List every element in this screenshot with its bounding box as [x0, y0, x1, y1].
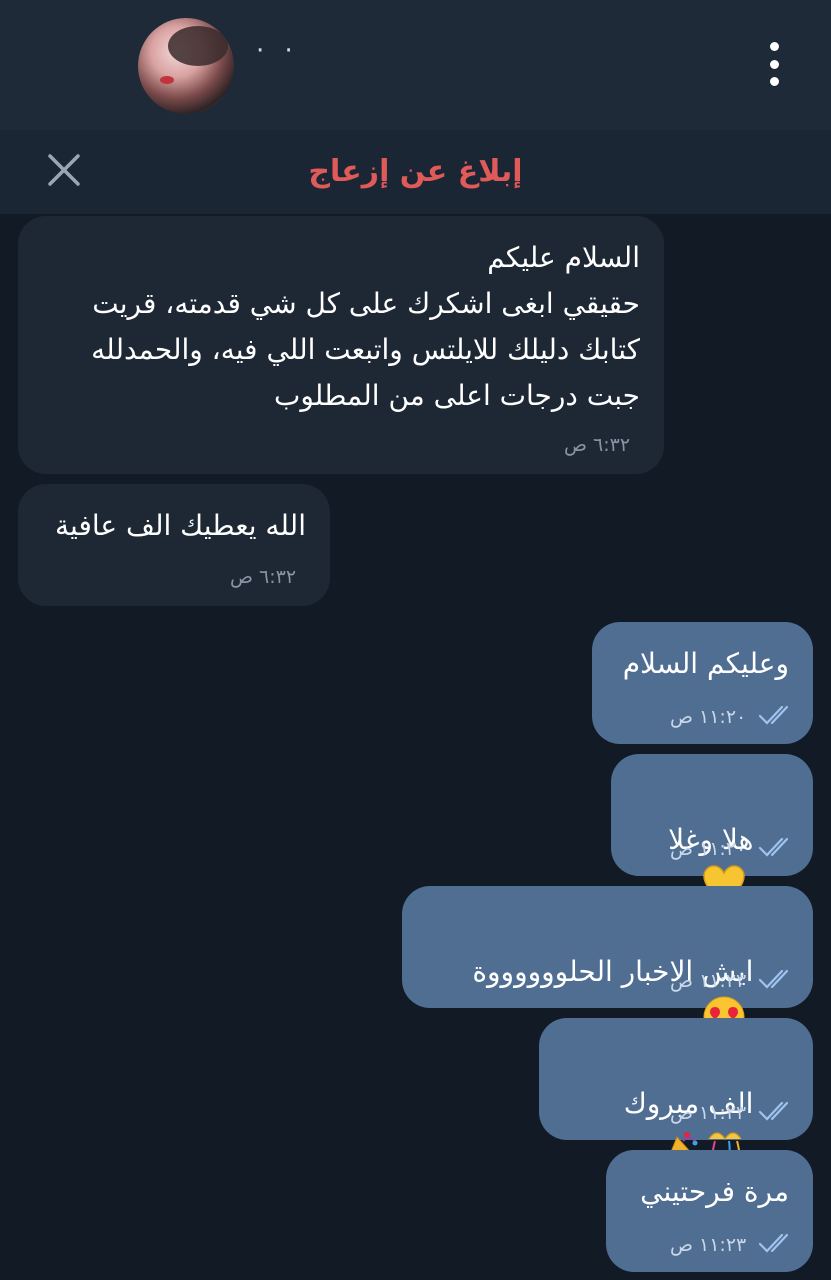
contact-avatar[interactable]: [138, 18, 234, 114]
message-line: السلام عليكم: [487, 241, 640, 274]
message-time: ١١:٢٣ ص: [670, 970, 747, 992]
message-text: وعليكم السلام: [622, 647, 789, 680]
message-time: ٦:٣٢ ص: [230, 566, 297, 588]
message-line: كتابك دليلك للايلتس واتبعت اللي فيه، وال…: [91, 333, 640, 366]
read-ticks-icon: [758, 1233, 789, 1253]
message-time: ١١:٢٠ ص: [670, 838, 747, 860]
contact-status: · ·: [256, 36, 299, 66]
message-text: مرة فرحتيني: [640, 1175, 789, 1208]
message-line: حقيقي ابغى اشكرك على كل شي قدمته، قريت: [92, 287, 640, 320]
chat-header: [0, 0, 831, 130]
read-ticks-icon: [758, 969, 789, 989]
message-bubble-incoming[interactable]: السلام عليكم حقيقي ابغى اشكرك على كل شي …: [18, 216, 664, 474]
read-ticks-icon: [758, 837, 789, 857]
avatar-hair: [168, 26, 228, 66]
message-bubble-outgoing[interactable]: هلا وغلا ١١:٢٠ ص: [611, 754, 813, 904]
message-time: ١١:٢٠ ص: [670, 706, 747, 728]
report-spam-button[interactable]: إبلاغ عن إزعاج: [0, 150, 831, 194]
message-bubble-outgoing[interactable]: ايش الاخبار الحلووووووة ١١:٢٣ ص: [402, 886, 813, 1038]
message-time: ١١:٢٣ ص: [670, 1234, 747, 1256]
message-bubble-outgoing[interactable]: وعليكم السلام ١١:٢٠ ص: [592, 622, 813, 744]
more-vertical-icon[interactable]: [764, 42, 784, 86]
message-line: جبت درجات اعلى من المطلوب: [273, 379, 640, 412]
message-bubble-outgoing[interactable]: مرة فرحتيني ١١:٢٣ ص: [606, 1150, 813, 1272]
message-time: ١١:٢٣ ص: [670, 1102, 747, 1124]
message-text: الله يعطيك الف عافية: [55, 509, 306, 542]
avatar-lip: [160, 76, 174, 84]
message-time: ٦:٣٢ ص: [564, 434, 631, 456]
read-ticks-icon: [758, 705, 789, 725]
read-ticks-icon: [758, 1101, 789, 1121]
message-bubble-outgoing[interactable]: الف مبروك ١١:٢٣ ص: [539, 1018, 813, 1170]
message-bubble-incoming[interactable]: الله يعطيك الف عافية ٦:٣٢ ص: [18, 484, 330, 606]
